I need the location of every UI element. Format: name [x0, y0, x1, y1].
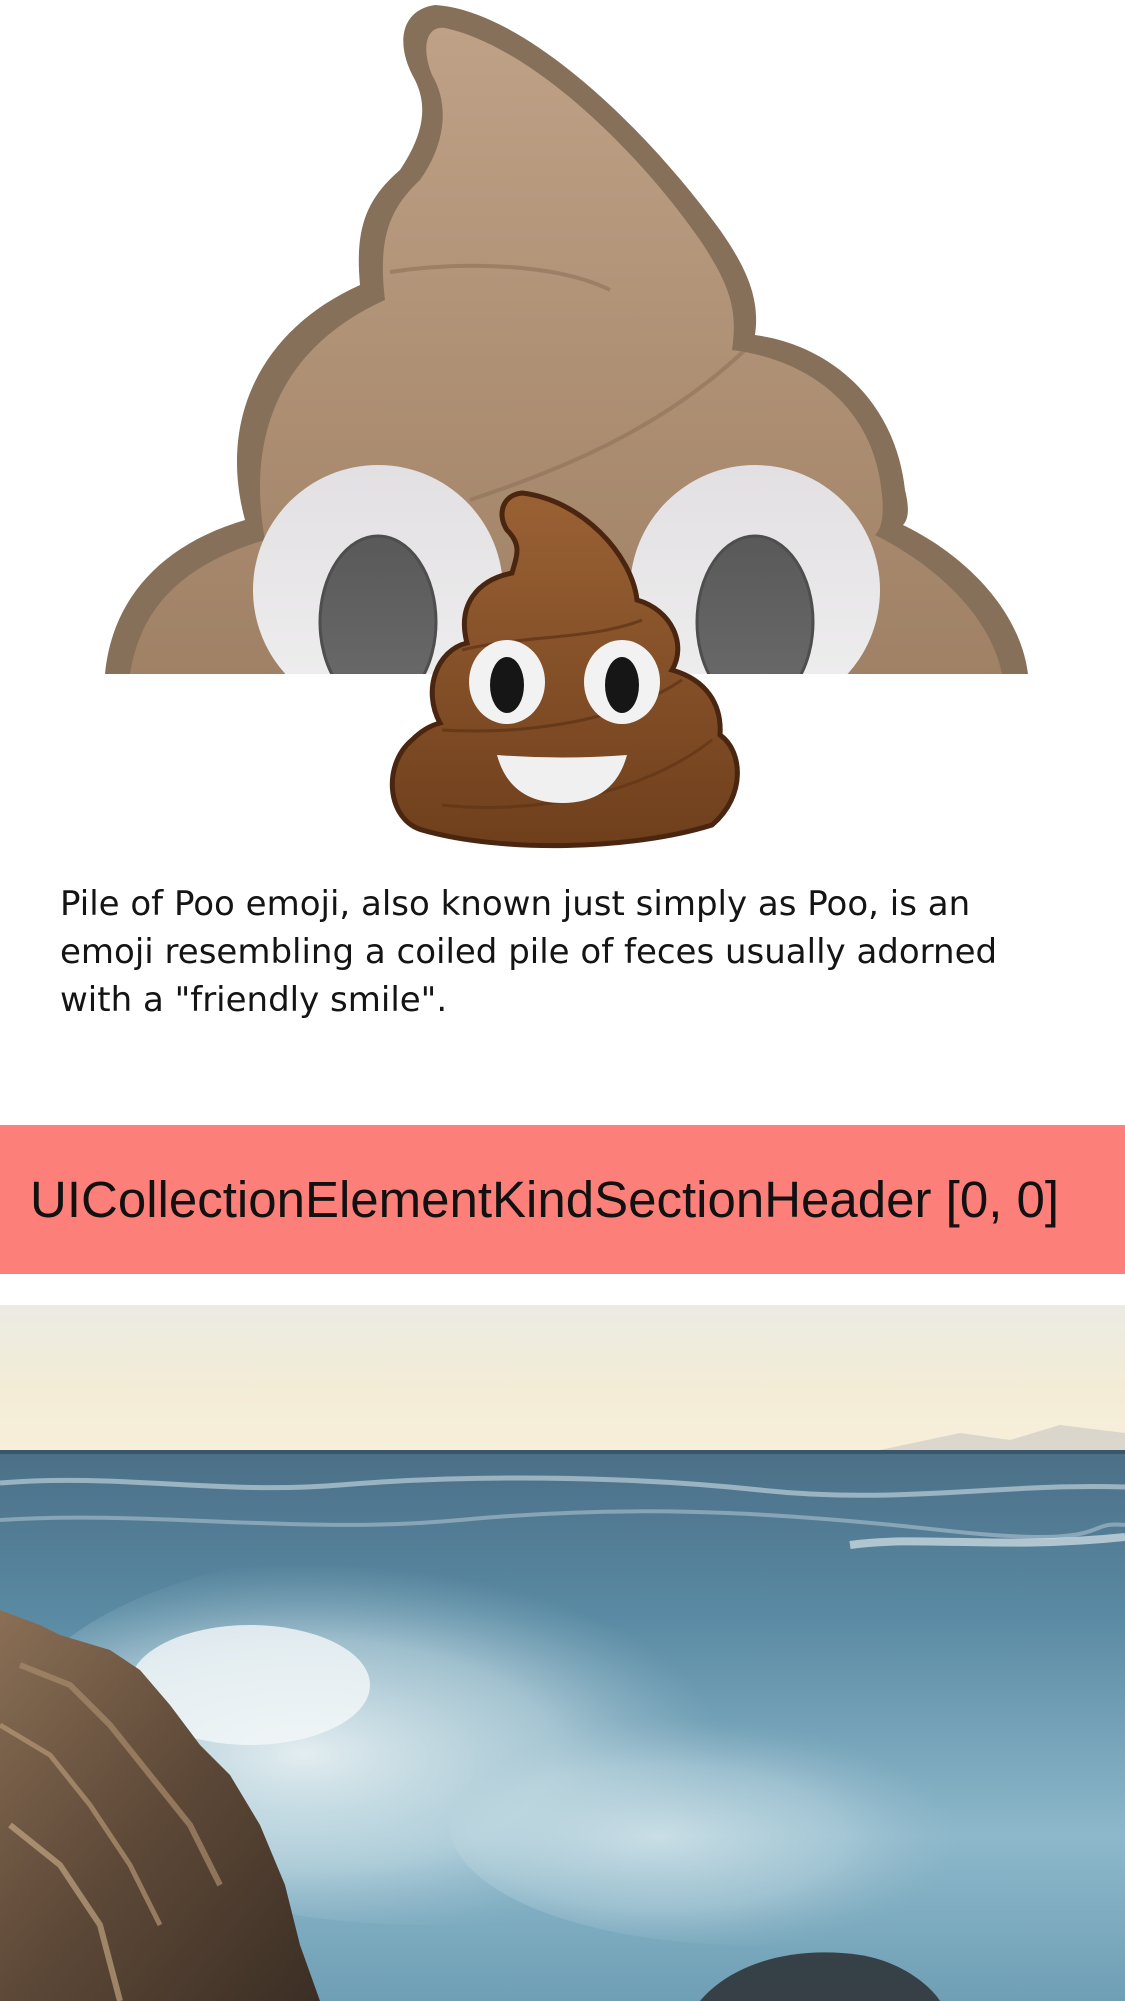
- emoji-item-cell[interactable]: Pile of Poo emoji, also known just simpl…: [0, 0, 1125, 1094]
- ocean-photo-cell[interactable]: [0, 1305, 1125, 2001]
- section-header-title: UICollectionElementKindSectionHeader [0,…: [30, 1171, 1060, 1228]
- emoji-description: Pile of Poo emoji, also known just simpl…: [60, 884, 998, 1020]
- poo-emoji-icon: [389, 490, 740, 849]
- section-header: UICollectionElementKindSectionHeader [0,…: [0, 1125, 1125, 1274]
